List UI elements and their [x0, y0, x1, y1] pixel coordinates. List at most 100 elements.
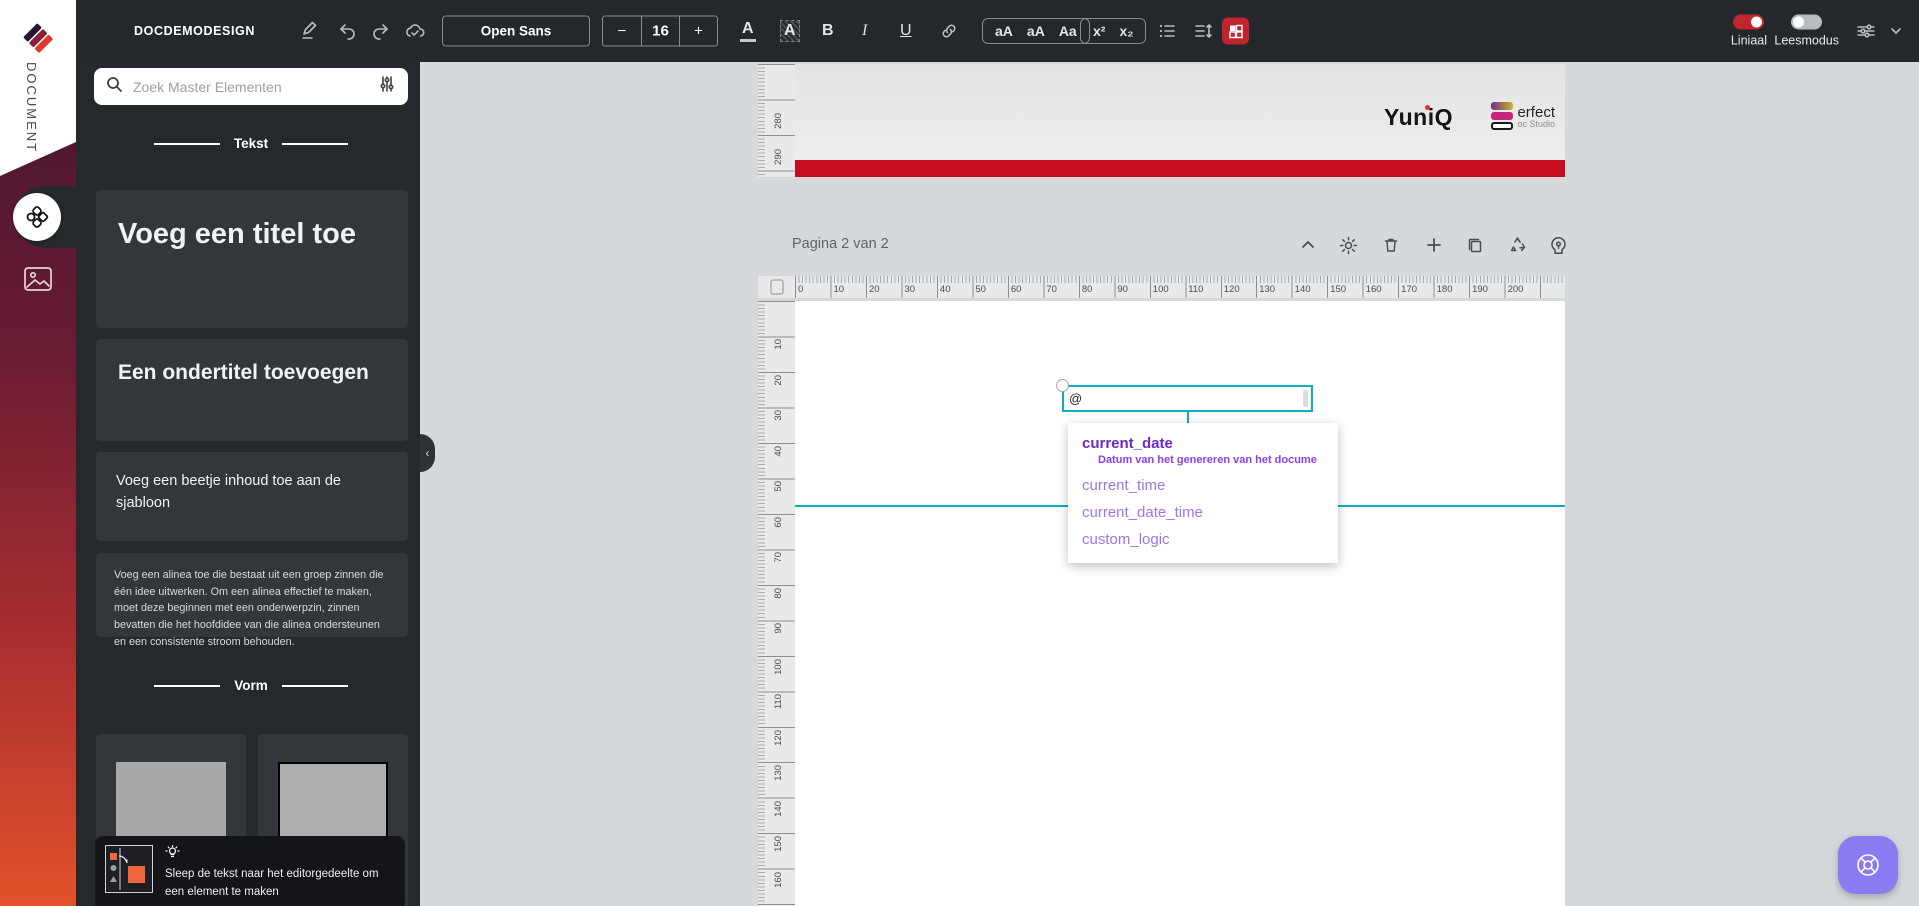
ruler-tick-label: 130	[773, 765, 784, 782]
perfect-doc-studio-icon	[1491, 102, 1514, 130]
highlight-color-button[interactable]: A	[780, 20, 800, 42]
font-size-value[interactable]: 16	[641, 16, 679, 46]
rail-section-label: DOCUMENT	[24, 62, 39, 154]
ruler-tick-label: 100	[773, 658, 784, 675]
ruler-tick-label: 40	[773, 445, 784, 457]
ruler-tick-label: 70	[1046, 284, 1057, 295]
subtitle-element-label: Een ondertitel toevoegen	[118, 361, 369, 384]
text-color-button[interactable]: A	[740, 20, 756, 42]
delete-page-trash-icon[interactable]	[1380, 234, 1402, 256]
italic-button[interactable]: I	[862, 22, 867, 40]
ruler-tick-label: 30	[773, 410, 784, 422]
ruler-tick-label: 90	[1117, 284, 1128, 295]
ruler-tick-label: 140	[1294, 284, 1311, 295]
text-section-title: Tekst	[233, 136, 269, 151]
textbox-drag-handle[interactable]	[1056, 379, 1069, 392]
ruler-tick-label: 280	[773, 113, 784, 129]
drag-hint-text: Sleep de tekst naar het editorgedeelte o…	[165, 868, 379, 898]
dropdown-item-current-date-time[interactable]: current_date_time	[1068, 499, 1338, 526]
ruler-tick-label: 190	[1472, 284, 1488, 295]
ruler-tick-label: 60	[773, 516, 784, 528]
ruler-tick-label: 150	[773, 836, 784, 853]
ruler-toggle-label: Liniaal	[1730, 33, 1767, 48]
bold-button[interactable]: B	[822, 22, 834, 40]
collapse-page-icon[interactable]	[1297, 234, 1319, 256]
paragraph-element-label: Voeg een alinea toe die bestaat uit een …	[114, 569, 384, 648]
edit-title-icon[interactable]	[296, 18, 322, 44]
ruler-tick-label: 50	[975, 284, 986, 295]
master-element-subtitle[interactable]: Een ondertitel toevoegen	[96, 339, 408, 441]
superscript-button[interactable]: x²	[1093, 23, 1105, 39]
ruler-tick-label: 0	[798, 284, 804, 295]
ruler-tick-label: 180	[1436, 284, 1453, 295]
ruler-toggle[interactable]	[1733, 14, 1765, 30]
ruler-toggle-knob	[1751, 16, 1763, 28]
font-size-stepper: − 16 +	[602, 15, 718, 47]
ruler-tick-label: 50	[773, 481, 784, 492]
ruler-tick-label: 10	[773, 339, 784, 351]
master-elements-panel: Tekst Voeg een titel toe Een ondertitel …	[76, 62, 420, 906]
vertical-ruler-page1: 280 290	[758, 64, 795, 177]
idea-assistant-icon[interactable]	[1547, 234, 1569, 256]
underline-button[interactable]: U	[900, 22, 912, 40]
readmode-toggle-block: Leesmodus	[1774, 14, 1839, 48]
page-2[interactable]: @ current_date Datum van het genereren v…	[795, 301, 1565, 906]
dropdown-item-current-time[interactable]: current_time	[1068, 472, 1338, 499]
help-button[interactable]	[1838, 836, 1898, 894]
link-icon[interactable]	[936, 18, 962, 44]
ruler-tick-label: 120	[773, 729, 784, 746]
bullet-list-icon[interactable]	[1154, 18, 1180, 44]
master-element-title[interactable]: Voeg een titel toe	[96, 190, 408, 328]
drag-hint-illustration	[105, 845, 153, 893]
filter-icon[interactable]	[378, 75, 396, 98]
document-title: DOCDEMODESIGN	[134, 24, 256, 38]
page-1[interactable]: YuniQ erfect oc Studio	[795, 64, 1565, 177]
font-size-decrease-button[interactable]: −	[603, 17, 641, 46]
ruler-corner	[758, 276, 795, 298]
textbox-value: @	[1069, 391, 1083, 406]
ruler-tick-label: 200	[1507, 284, 1524, 295]
app-logo-icon[interactable]	[22, 22, 54, 54]
redo-icon[interactable]	[368, 18, 394, 44]
ruler-tick-label: 80	[1081, 284, 1093, 295]
elements-tab-button[interactable]	[13, 193, 61, 241]
subscript-button[interactable]: x₂	[1119, 23, 1133, 39]
dropdown-item-custom-logic[interactable]: custom_logic	[1068, 526, 1338, 553]
divider	[281, 684, 348, 687]
recycle-content-icon[interactable]	[1507, 234, 1529, 256]
ruler-tick-label: 30	[904, 284, 916, 295]
master-element-paragraph[interactable]: Voeg een alinea toe die bestaat uit een …	[96, 553, 408, 648]
divider	[154, 684, 221, 687]
add-page-plus-icon[interactable]	[1423, 234, 1445, 256]
font-size-increase-button[interactable]: +	[679, 16, 717, 46]
chevron-down-icon[interactable]	[1883, 18, 1909, 44]
ruler-tick-label: 150	[1330, 284, 1347, 295]
capitalize-button[interactable]: aA	[1027, 23, 1045, 39]
ruler-tick-label: 20	[773, 374, 784, 386]
line-spacing-icon[interactable]	[1190, 18, 1216, 44]
cloud-save-icon[interactable]	[402, 18, 428, 44]
settings-sliders-icon[interactable]	[1853, 18, 1879, 44]
readmode-toggle[interactable]	[1791, 14, 1823, 30]
font-family-select[interactable]: Open Sans	[442, 15, 590, 47]
text-section-header: Tekst	[94, 136, 408, 151]
ruler-tick-label: 70	[773, 552, 784, 563]
variable-textbox[interactable]: @	[1056, 379, 1313, 412]
title-element-label: Voeg een titel toe	[118, 218, 356, 250]
duplicate-page-icon[interactable]	[1464, 234, 1486, 256]
readmode-toggle-knob	[1793, 16, 1805, 28]
text-case-group: aA aA Aa	[982, 18, 1090, 44]
page-settings-gear-icon[interactable]	[1337, 234, 1359, 256]
search-input[interactable]	[133, 78, 368, 95]
top-toolbar: DOCDEMODESIGN Open Sans − 16 + A A B I U…	[76, 0, 1919, 62]
uppercase-button[interactable]: aA	[995, 23, 1013, 39]
lowercase-button[interactable]: Aa	[1059, 23, 1077, 39]
master-element-content[interactable]: Voeg een beetje inhoud toe aan de sjablo…	[96, 452, 408, 541]
dropdown-item-current-date[interactable]: current_date	[1068, 431, 1338, 452]
images-tab-icon[interactable]	[23, 266, 53, 292]
ruler-tick-label: 140	[773, 800, 784, 817]
ruler-tick-label: 110	[773, 694, 784, 710]
smart-table-tool-icon[interactable]	[1222, 17, 1249, 45]
undo-icon[interactable]	[334, 18, 360, 44]
text-cursor	[1303, 390, 1308, 407]
